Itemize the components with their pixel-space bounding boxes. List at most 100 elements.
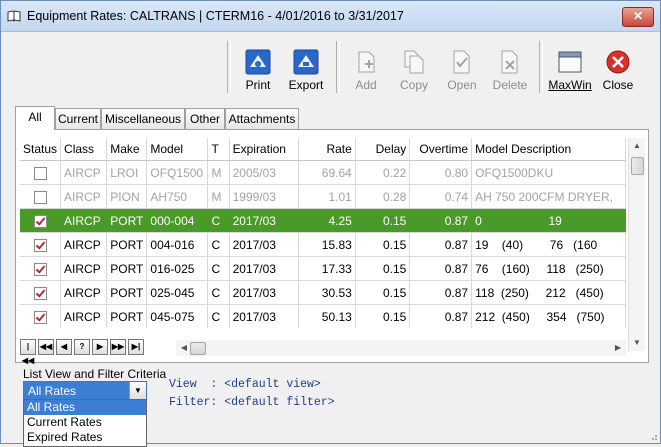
cell-class: AIRCP xyxy=(60,208,108,233)
table-row[interactable]: AIRCP PORT 016-025 C 2017/03 17.33 0.15 0.87 76 … xyxy=(20,256,626,281)
horizontal-scroll-thumb[interactable] xyxy=(190,342,206,355)
nav-previous-page-button[interactable]: ◀◀ xyxy=(38,339,54,355)
table-row[interactable]: AIRCP PORT 000-004 C 2017/03 4.25 0.15 0.87 0 19 xyxy=(20,208,626,233)
cell-model: AH750 xyxy=(146,184,209,209)
cell-delay: 0.15 xyxy=(355,304,411,328)
tab-attachments[interactable]: Attachments xyxy=(225,108,299,129)
toolbar: Print Export Add Copy Open Delete MaxWin… xyxy=(1,41,660,97)
delete-button[interactable]: Delete xyxy=(487,49,533,97)
copy-button[interactable]: Copy xyxy=(391,49,437,97)
column-header-status[interactable]: Status xyxy=(20,138,62,161)
close-button[interactable]: Close xyxy=(595,49,641,97)
cell-model: OFQ1500 xyxy=(146,160,209,185)
column-header-type[interactable]: T xyxy=(207,138,230,161)
table-row[interactable]: AIRCP LROI OFQ1500 M 2005/03 69.64 0.22 0.80 OFQ… xyxy=(20,160,626,185)
maxwin-button[interactable]: MaxWin xyxy=(547,49,593,97)
column-header-delay[interactable]: Delay xyxy=(355,138,411,161)
vertical-scroll-thumb[interactable] xyxy=(631,157,644,175)
cell-class: AIRCP xyxy=(60,184,108,209)
table-row[interactable]: AIRCP PION AH750 M 1999/03 1.01 0.28 0.74 AH 750… xyxy=(20,184,626,209)
cell-status xyxy=(20,208,62,233)
delete-label: Delete xyxy=(492,78,528,92)
cell-overtime: 0.87 xyxy=(409,232,473,257)
tab-miscellaneous[interactable]: Miscellaneous xyxy=(101,108,185,129)
column-header-class[interactable]: Class xyxy=(60,138,108,161)
cell-expiration: 2017/03 xyxy=(229,208,300,233)
maximize-window-icon xyxy=(558,51,582,73)
cell-expiration: 1999/03 xyxy=(229,184,300,209)
cell-class: AIRCP xyxy=(60,160,108,185)
cell-class: AIRCP xyxy=(60,304,108,328)
rates-grid[interactable]: Status Class Make Model T Expiration Rat… xyxy=(20,138,626,328)
open-button[interactable]: Open xyxy=(439,49,485,97)
table-row[interactable]: AIRCP PORT 004-016 C 2017/03 15.83 0.15 0.87 19 … xyxy=(20,232,626,257)
column-header-model[interactable]: Model xyxy=(146,138,209,161)
cell-make: PORT xyxy=(106,304,148,328)
export-label: Export xyxy=(288,78,324,92)
status-checkbox[interactable] xyxy=(33,190,47,204)
window-close-button[interactable]: ✕ xyxy=(622,7,654,27)
cell-delay: 0.15 xyxy=(355,280,411,305)
print-icon xyxy=(245,49,271,75)
add-button[interactable]: Add xyxy=(343,49,389,97)
nav-first-button[interactable]: |◀◀ xyxy=(20,339,36,365)
nav-next-button[interactable]: ▶ xyxy=(92,339,108,355)
status-checkbox[interactable] xyxy=(33,262,47,276)
cell-model: 004-016 xyxy=(146,232,209,257)
rates-table-body: AIRCP LROI OFQ1500 M 2005/03 69.64 0.22 0.80 OFQ… xyxy=(20,160,626,328)
status-checkbox[interactable] xyxy=(33,214,47,228)
option-all-rates[interactable]: All Rates xyxy=(24,400,146,415)
tab-other[interactable]: Other xyxy=(185,108,225,129)
cell-type: C xyxy=(207,256,230,281)
cell-model: 016-025 xyxy=(146,256,209,281)
option-expired-rates[interactable]: Expired Rates xyxy=(24,430,146,445)
tab-all[interactable]: All xyxy=(15,106,55,130)
resize-grip-icon[interactable] xyxy=(648,431,658,441)
nav-last-button[interactable]: ▶| xyxy=(128,339,144,355)
column-header-make[interactable]: Make xyxy=(106,138,148,161)
nav-next-page-button[interactable]: ▶▶ xyxy=(110,339,126,355)
rates-panel: Status Class Make Model T Expiration Rat… xyxy=(15,129,649,365)
title-bar[interactable]: Equipment Rates: CALTRANS | CTERM16 - 4/… xyxy=(1,1,660,32)
copy-label: Copy xyxy=(399,78,428,92)
status-checkbox[interactable] xyxy=(33,238,47,252)
cell-status xyxy=(20,160,62,185)
export-button[interactable]: Export xyxy=(283,49,329,97)
cell-model-description: 212 (450) 354 (750) xyxy=(471,304,626,328)
tab-current[interactable]: Current xyxy=(55,108,101,129)
cell-model-description: 118 (250) 212 (450) xyxy=(471,280,626,305)
scroll-down-arrow-icon[interactable]: ▼ xyxy=(629,335,645,351)
cell-type: C xyxy=(207,208,230,233)
copy-icon xyxy=(404,50,424,74)
column-header-expiration[interactable]: Expiration xyxy=(229,138,300,161)
status-checkbox[interactable] xyxy=(33,166,47,180)
cell-model-description: AH 750 200CFM DRYER, xyxy=(471,184,626,209)
cell-overtime: 0.87 xyxy=(409,256,473,281)
record-navigator: |◀◀ ◀◀ ◀ ? ▶ ▶▶ ▶| xyxy=(20,339,154,365)
column-header-overtime[interactable]: Overtime xyxy=(409,138,473,161)
table-row[interactable]: AIRCP PORT 045-075 C 2017/03 50.13 0.15 0.87 212… xyxy=(20,304,626,328)
nav-previous-button[interactable]: ◀ xyxy=(56,339,72,355)
horizontal-scrollbar[interactable]: ◀ ▶ xyxy=(176,340,626,356)
option-current-rates[interactable]: Current Rates xyxy=(24,415,146,430)
cell-overtime: 0.87 xyxy=(409,208,473,233)
cell-class: AIRCP xyxy=(60,232,108,257)
chevron-down-icon[interactable]: ▼ xyxy=(129,382,146,400)
column-header-rate[interactable]: Rate xyxy=(298,138,356,161)
print-button[interactable]: Print xyxy=(235,49,281,97)
status-checkbox[interactable] xyxy=(33,286,47,300)
rates-filter-select[interactable]: All Rates ▼ xyxy=(23,381,147,401)
close-circle-icon xyxy=(606,50,630,74)
cell-model: 000-004 xyxy=(146,208,209,233)
cell-status xyxy=(20,232,62,257)
table-row[interactable]: AIRCP PORT 025-045 C 2017/03 30.53 0.15 0.87 118… xyxy=(20,280,626,305)
status-checkbox[interactable] xyxy=(33,310,47,324)
cell-make: LROI xyxy=(106,160,148,185)
column-header-model-description[interactable]: Model Description xyxy=(471,138,626,161)
vertical-scrollbar[interactable]: ▲ ▼ xyxy=(628,138,645,351)
scroll-right-arrow-icon[interactable]: ▶ xyxy=(610,340,626,356)
nav-help-button[interactable]: ? xyxy=(74,339,90,355)
scroll-up-arrow-icon[interactable]: ▲ xyxy=(629,138,645,154)
filter-info: Filter: <default filter> xyxy=(169,396,335,409)
cell-rate: 30.53 xyxy=(298,280,356,305)
